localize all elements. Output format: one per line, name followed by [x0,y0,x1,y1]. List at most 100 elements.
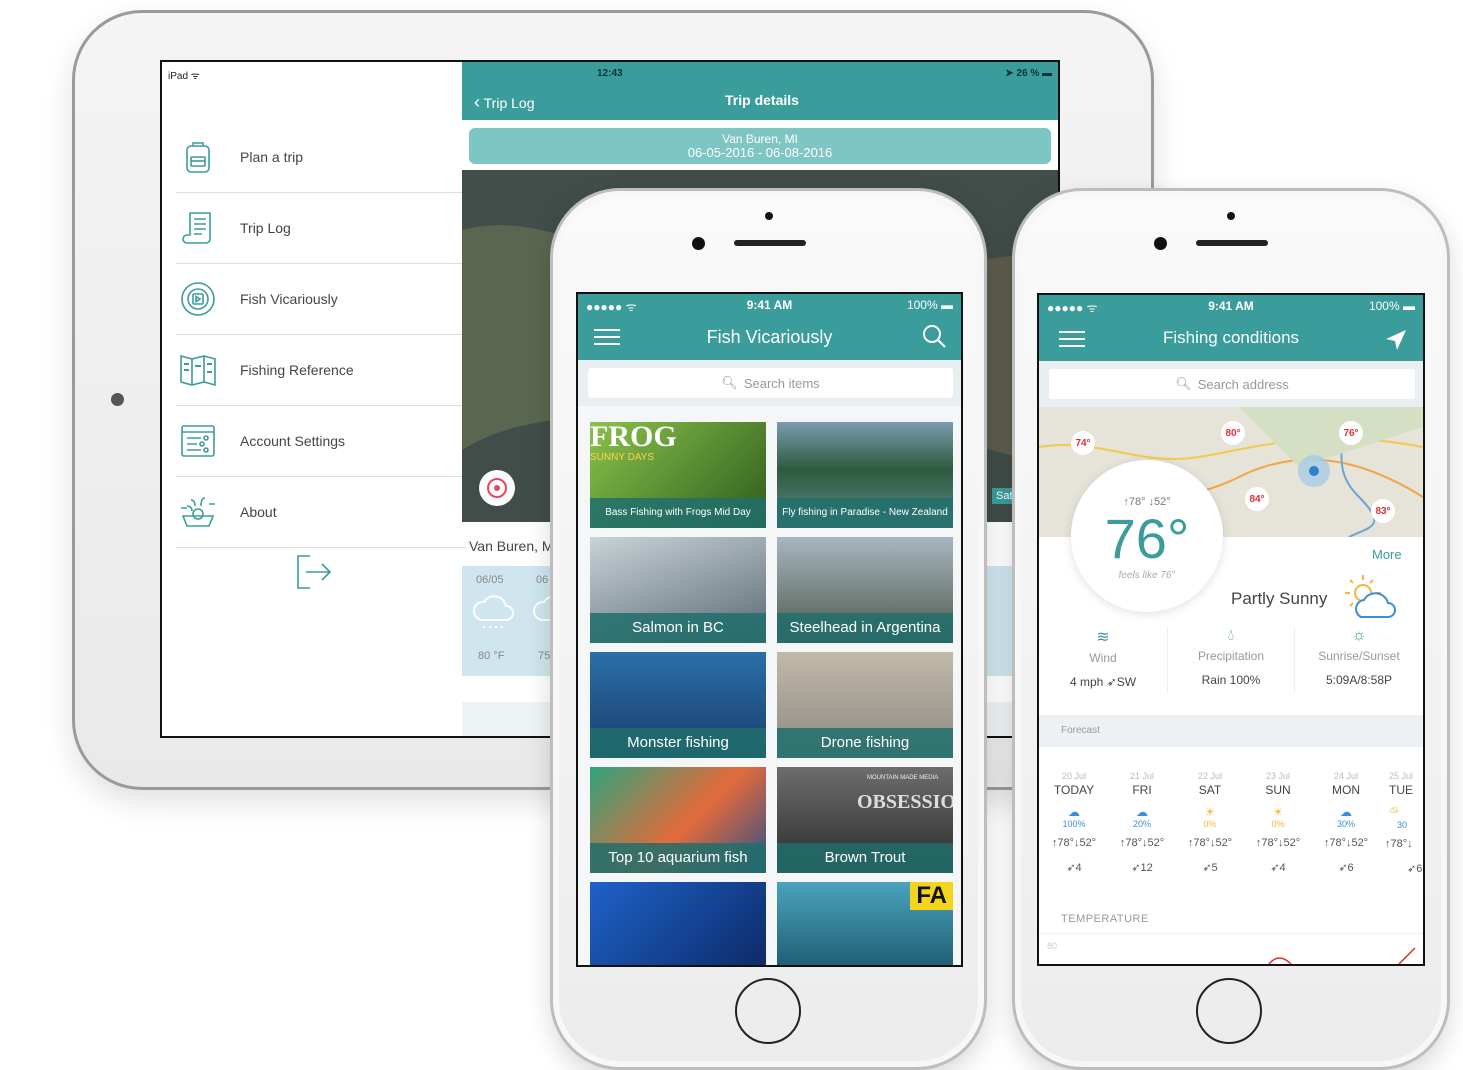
video-tile[interactable]: FA [777,882,953,965]
trip-location: Van Buren, MI [722,132,798,146]
map-temp-marker[interactable]: 80° [1221,421,1245,445]
trip-details-title: Trip details [725,92,799,108]
day-precip: 30% [1336,819,1355,829]
settings-list-icon [178,421,218,461]
menu-item-about[interactable]: About [176,477,466,548]
phone-speaker [734,240,806,246]
video-caption: Top 10 aquarium fish [590,843,766,873]
forecast-day[interactable]: 23 Jul SUN ☀ 0% ↑78°↓52° ➶4 [1245,771,1311,874]
scroll-icon [178,208,218,248]
menu-label: Trip Log [240,220,291,236]
menu-item-fish-vicariously[interactable]: Fish Vicariously [176,264,466,335]
forecast-day[interactable]: 22 Jul SAT ☀ 0% ↑78°↓52° ➶5 [1177,771,1243,874]
day-wind: ➶5 [1202,862,1218,874]
chevron-left-icon: ‹ [474,92,480,112]
search-bar-container: 🔍︎ Search address [1039,361,1423,407]
status-time: 9:41 AM [1208,299,1254,313]
day-name: TODAY [1053,783,1095,797]
page-title: Fishing conditions [1162,328,1300,347]
menu-item-plan-trip[interactable]: Plan a trip [176,122,466,193]
forecast-day[interactable]: 24 Jul MON ☁ 30% ↑78°↓52° ➶6 [1313,771,1379,874]
search-icon: 🔍︎ [1175,376,1192,391]
logout-icon[interactable] [294,552,334,592]
more-link[interactable]: More [1372,547,1402,562]
day-name: FRI [1132,783,1152,797]
battery-indicator: 100% ▬ [906,298,953,312]
video-tile[interactable]: Fly fishing in Paradise - New Zealand [777,422,953,528]
menu-item-account-settings[interactable]: Account Settings [176,406,466,477]
menu-item-fishing-reference[interactable]: Fishing Reference [176,335,466,406]
day-precip: 0% [1271,819,1285,829]
forecast-day[interactable]: 20 Jul TODAY ☁ 100% ↑78°↓52° ➶4 [1041,771,1107,874]
video-tile[interactable]: Monster fishing [590,652,766,758]
search-placeholder: Search address [1197,376,1289,392]
video-caption: Brown Trout [777,843,953,873]
day-name: SUN [1265,783,1291,797]
ipad-camera [111,393,124,406]
day-date: 23 Jul [1265,771,1291,781]
back-button[interactable]: ‹ Trip Log [474,92,534,113]
video-tile[interactable]: FROG SUNNY DAYS Bass Fishing with Frogs … [590,422,766,528]
day-name: TUE [1389,783,1413,797]
forecast-day[interactable]: 21 Jul FRI ☁ 20% ↑78°↓52° ➶12 [1109,771,1175,874]
video-tile[interactable]: Top 10 aquarium fish [590,767,766,873]
day-wind: ➶4 [1066,862,1082,874]
ipad-status-device: iPad ᯤ [168,71,200,82]
navbar: ●●●●● ᯤ 9:41 AM 100% ▬ Fish Vicariously [578,294,961,360]
video-tile[interactable] [590,882,766,965]
battery-indicator: 100% ▬ [1368,299,1415,313]
day-date: 22 Jul [1197,771,1223,781]
tile-overlay-subtext: MOUNTAIN MADE MEDIA [867,775,939,781]
stage: iPad ᯤ Plan a trip Trip Log Fish Vicario… [0,0,1463,1070]
menu-label: Account Settings [240,433,346,449]
forecast-date: 06/05 [476,574,504,586]
search-placeholder: Search items [743,375,820,391]
map-temp-marker[interactable]: 74° [1071,431,1095,455]
stat-label: Wind [1089,651,1117,665]
tile-overlay-text: FROG [590,422,677,453]
stat-sunrise-sunset: ☼ Sunrise/Sunset 5:09A/8:58P [1295,627,1423,687]
map-temp-marker[interactable]: 83° [1371,499,1395,523]
video-tile[interactable]: Salmon in BC [590,537,766,643]
location-arrow-icon[interactable] [1385,329,1407,356]
status-time: 9:41 AM [746,298,793,312]
current-temp-circle: ↑78° ↓52° 76° feels like 76° [1071,460,1223,612]
video-tile[interactable]: Drone fishing [777,652,953,758]
feels-like: feels like 76° [1118,570,1176,581]
menu-label: Fishing Reference [240,362,354,378]
forecast-day[interactable]: 25 Jul TUE ⛅︎ 30 ↑78°↓ ➶6 [1381,771,1423,875]
day-hilo: ↑78°↓52° [1323,837,1369,849]
sunrise-icon: ☼ [1351,627,1367,644]
video-tile[interactable]: MOUNTAIN MADE MEDIA OBSESSION Brown Trou… [777,767,953,873]
map-temp-marker[interactable]: 84° [1245,487,1269,511]
search-input[interactable]: 🔍︎ Search items [588,368,953,398]
backpack-icon [178,137,218,177]
day-hilo: ↑78°↓52° [1187,837,1233,849]
day-date: 25 Jul [1389,771,1414,781]
forecast-date: 06 [536,574,549,586]
trip-location-label: Van Buren, M [469,538,554,554]
home-button[interactable] [735,978,801,1044]
forecast-temp: 75 [538,650,551,662]
video-tile[interactable]: Steelhead in Argentina [777,537,953,643]
day-hilo: ↑78°↓52° [1255,837,1301,849]
search-icon[interactable] [922,324,946,353]
trip-dates: 06-05-2016 - 06-08-2016 [687,145,833,160]
wind-icon: ≋ [1096,629,1110,646]
menu-item-trip-log[interactable]: Trip Log [176,193,466,264]
forecast-days: 20 Jul TODAY ☁ 100% ↑78°↓52° ➶4 21 Jul F… [1039,747,1423,964]
map-temp-marker[interactable]: 76° [1339,421,1363,445]
ipad-status-battery: ➤ 26 % ▬ [1005,68,1052,79]
day-date: 24 Jul [1333,771,1359,781]
day-hilo: ↑78°↓52° [1119,837,1165,849]
day-precip: 30 [1397,820,1408,830]
phone-camera [1154,237,1167,250]
play-circle-icon [178,279,218,319]
search-bar-container: 🔍︎ Search items [578,360,961,406]
sun-icon: ☀ [1272,805,1284,819]
search-address-input[interactable]: 🔍︎ Search address [1049,369,1415,399]
video-caption: Bass Fishing with Frogs Mid Day [590,498,766,528]
trip-details-navbar: 12:43 ➤ 26 % ▬ Trip details ‹ Trip Log [462,62,1058,120]
fish-vicariously-screen: ●●●●● ᯤ 9:41 AM 100% ▬ Fish Vicariously … [576,292,963,967]
home-button[interactable] [1196,978,1262,1044]
